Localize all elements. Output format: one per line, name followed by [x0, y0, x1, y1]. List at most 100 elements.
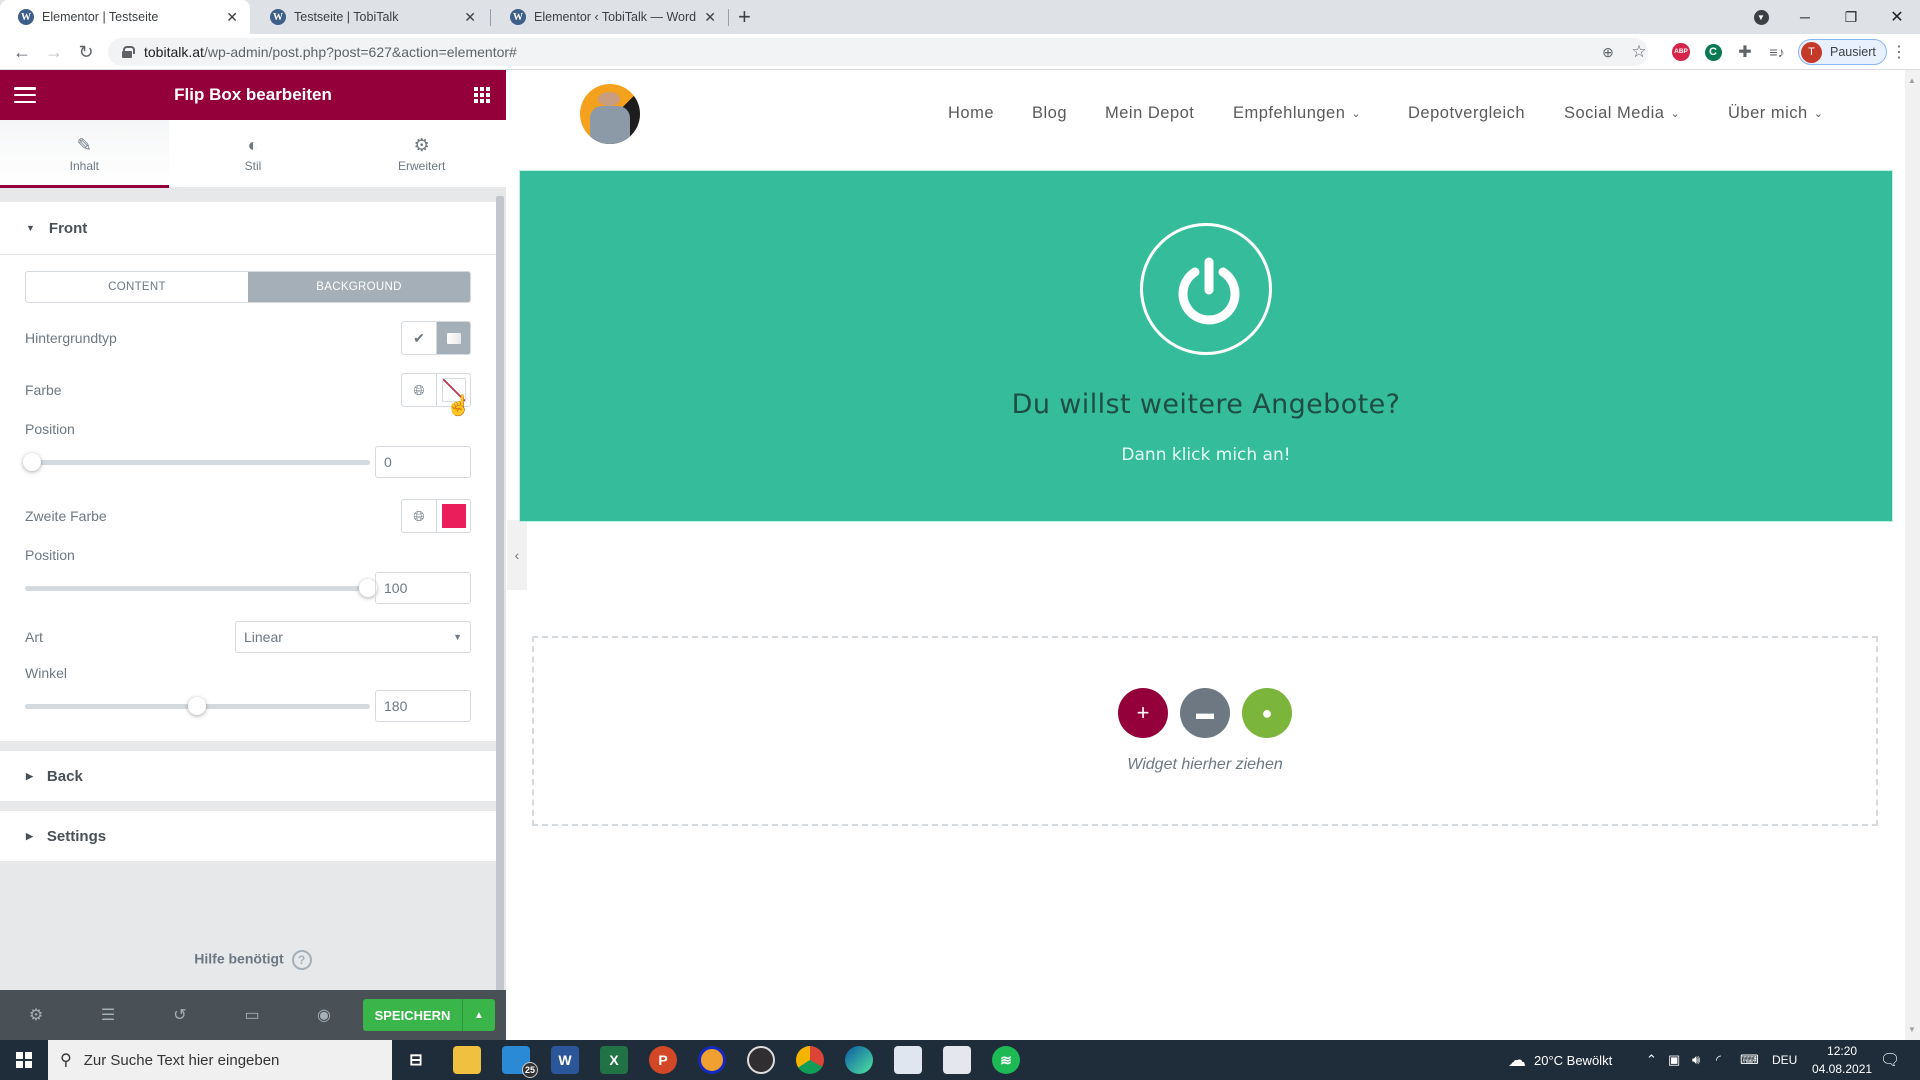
- grammarly-icon[interactable]: C: [1702, 41, 1724, 63]
- tab-stil[interactable]: ◐ Stil: [169, 120, 338, 187]
- preview-eye-icon[interactable]: ◉: [288, 1005, 360, 1025]
- address-bar[interactable]: tobitalk.at/wp-admin/post.php?post=627&a…: [108, 38, 1648, 66]
- windows-start-icon[interactable]: [0, 1040, 48, 1080]
- angle-slider[interactable]: 180: [25, 689, 471, 723]
- global-colors-icon[interactable]: 🌐︎: [402, 500, 436, 532]
- collapse-panel-button[interactable]: ‹: [507, 520, 527, 590]
- excel-icon[interactable]: X: [600, 1046, 628, 1074]
- reload-button[interactable]: ↻: [74, 40, 98, 64]
- second-color-picker-button[interactable]: [436, 500, 470, 532]
- close-tab-icon[interactable]: ✕: [226, 9, 238, 26]
- add-section-button[interactable]: +: [1118, 688, 1168, 738]
- nav-mein-depot[interactable]: Mein Depot: [1105, 104, 1194, 123]
- show-hidden-icons-chevron[interactable]: ⌃: [1646, 1040, 1657, 1080]
- section-back[interactable]: ▶ Back: [0, 751, 496, 801]
- scroll-up-icon[interactable]: ▲: [1908, 76, 1916, 85]
- tab-elementor-wordpress[interactable]: W Elementor ‹ TobiTalk — WordPre ✕: [492, 0, 728, 34]
- media-control-icon[interactable]: ≡♪: [1766, 41, 1788, 63]
- document-app-icon[interactable]: [943, 1046, 971, 1074]
- hamburger-menu-icon[interactable]: [14, 87, 36, 103]
- second-position-slider[interactable]: 100: [25, 571, 471, 605]
- notifications-icon[interactable]: 🗨︎: [1880, 1040, 1900, 1080]
- powerpoint-icon[interactable]: P: [649, 1046, 677, 1074]
- close-tab-icon[interactable]: ✕: [464, 9, 476, 26]
- history-icon[interactable]: ↺: [144, 1005, 216, 1025]
- task-view-icon[interactable]: ⊟: [402, 1046, 430, 1074]
- obs-icon[interactable]: [747, 1046, 775, 1074]
- nav-social-media[interactable]: Social Media ⌄: [1564, 104, 1680, 123]
- brush-icon[interactable]: ✔: [402, 322, 436, 354]
- type-select[interactable]: Linear ▼: [235, 621, 471, 653]
- preview-scrollbar[interactable]: ▲ ▼: [1905, 70, 1920, 1040]
- word-icon[interactable]: W: [551, 1046, 579, 1074]
- touch-keyboard-icon[interactable]: ⌨: [1740, 1040, 1759, 1080]
- position-input[interactable]: 0: [375, 446, 471, 478]
- taskbar-search-input[interactable]: ⚲ Zur Suche Text hier eingeben: [48, 1040, 392, 1080]
- input-language[interactable]: DEU: [1772, 1040, 1797, 1080]
- scroll-down-icon[interactable]: ▼: [1908, 1025, 1916, 1034]
- profile-button[interactable]: T Pausiert: [1798, 39, 1887, 65]
- content-switch-button[interactable]: CONTENT: [26, 272, 248, 302]
- flip-box-widget[interactable]: Du willst weitere Angebote? Dann klick m…: [519, 170, 1893, 522]
- widget-drop-zone[interactable]: + ▬ ● Widget hierher ziehen: [532, 636, 1878, 826]
- system-clock[interactable]: 12:20 04.08.2021: [1812, 1042, 1872, 1078]
- nav-depotvergleich[interactable]: Depotvergleich: [1408, 104, 1525, 123]
- section-front-header[interactable]: ▼ Front: [0, 202, 496, 254]
- bookmark-star-icon[interactable]: ☆: [1628, 41, 1650, 63]
- nav-home[interactable]: Home: [948, 104, 994, 123]
- nav-ueber-mich[interactable]: Über mich ⌄: [1728, 104, 1823, 123]
- slider-handle[interactable]: [188, 697, 206, 715]
- forward-button[interactable]: →: [42, 40, 66, 64]
- responsive-mode-icon[interactable]: ▭: [216, 1005, 288, 1025]
- section-back-header[interactable]: ▶ Back: [0, 751, 496, 801]
- restore-button[interactable]: ❐: [1828, 0, 1874, 34]
- gradient-icon[interactable]: [436, 322, 470, 354]
- tab-elementor-testseite[interactable]: W Elementor | Testseite ✕: [0, 0, 250, 34]
- extensions-puzzle-icon[interactable]: ✚: [1734, 41, 1756, 63]
- new-tab-button[interactable]: +: [738, 4, 751, 30]
- nav-blog[interactable]: Blog: [1032, 104, 1067, 123]
- save-button[interactable]: SPEICHERN: [363, 999, 463, 1031]
- close-window-button[interactable]: ✕: [1874, 0, 1920, 34]
- tab-erweitert[interactable]: ⚙ Erweitert: [337, 120, 506, 187]
- audacity-icon[interactable]: [698, 1046, 726, 1074]
- save-options-caret-icon[interactable]: ▲: [463, 999, 495, 1031]
- second-position-input[interactable]: 100: [375, 572, 471, 604]
- tab-search-icon[interactable]: ▼: [1738, 0, 1784, 34]
- panel-scrollbar[interactable]: [496, 196, 504, 1016]
- file-explorer-icon[interactable]: [453, 1046, 481, 1074]
- chrome-menu-icon[interactable]: ⋮: [1888, 41, 1910, 63]
- position-slider[interactable]: 0: [23, 445, 471, 479]
- snipping-tool-icon[interactable]: [894, 1046, 922, 1074]
- weather-widget[interactable]: ☁ 20°C Bewölkt: [1508, 1040, 1612, 1080]
- angle-input[interactable]: 180: [375, 690, 471, 722]
- wifi-icon[interactable]: ◜: [1716, 1040, 1721, 1080]
- widgets-grid-icon[interactable]: [474, 87, 490, 103]
- site-logo[interactable]: [580, 84, 640, 144]
- section-settings-header[interactable]: ▶ Settings: [0, 811, 496, 861]
- global-colors-icon[interactable]: 🌐︎: [402, 374, 436, 406]
- minimize-button[interactable]: ─: [1782, 0, 1828, 34]
- tab-inhalt[interactable]: ✎ Inhalt: [0, 120, 169, 188]
- back-button[interactable]: ←: [10, 40, 34, 64]
- volume-icon[interactable]: 🔊︎: [1692, 1040, 1700, 1080]
- background-switch-button[interactable]: BACKGROUND: [248, 272, 470, 302]
- tab-separator: [490, 9, 491, 26]
- help-link[interactable]: Hilfe benötigt?: [0, 950, 506, 970]
- zoom-icon[interactable]: ⊕: [1597, 41, 1619, 63]
- envato-kit-icon[interactable]: ●: [1242, 688, 1292, 738]
- section-settings[interactable]: ▶ Settings: [0, 811, 496, 861]
- settings-gear-icon[interactable]: ⚙: [0, 1005, 72, 1025]
- spotify-icon[interactable]: ≋: [992, 1046, 1020, 1074]
- close-tab-icon[interactable]: ✕: [704, 9, 716, 26]
- slider-handle[interactable]: [23, 453, 41, 471]
- navigator-layers-icon[interactable]: ☰: [72, 1005, 144, 1025]
- tab-testseite-tobitalk[interactable]: W Testseite | TobiTalk ✕: [252, 0, 488, 34]
- mail-icon[interactable]: 25: [502, 1046, 538, 1078]
- meet-now-icon[interactable]: ▣: [1668, 1040, 1680, 1080]
- edge-icon[interactable]: [845, 1046, 873, 1074]
- add-template-folder-icon[interactable]: ▬: [1180, 688, 1230, 738]
- adblock-icon[interactable]: ABP: [1670, 41, 1692, 63]
- nav-empfehlungen[interactable]: Empfehlungen ⌄: [1233, 104, 1361, 123]
- chrome-icon[interactable]: [796, 1046, 824, 1074]
